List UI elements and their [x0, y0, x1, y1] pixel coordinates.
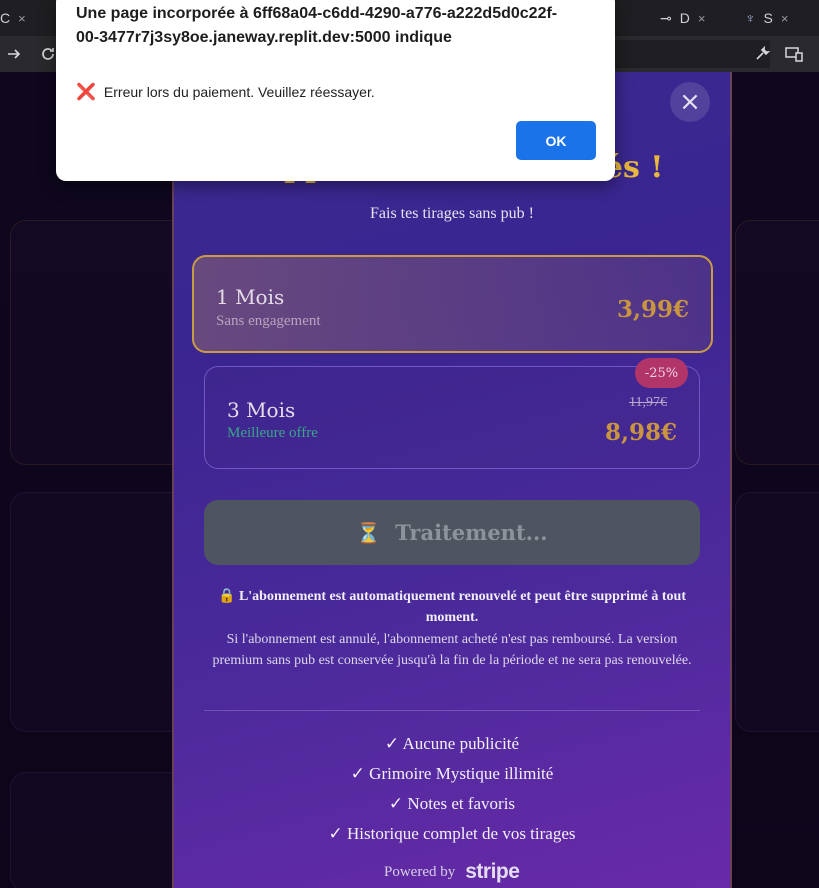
- tab-label: S: [763, 10, 773, 26]
- feature-item: ✓ Grimoire Mystique illimité: [350, 764, 554, 783]
- plan-description: Meilleure offre: [227, 425, 318, 441]
- alert-message-text: Erreur lors du paiement. Veuillez réessa…: [103, 84, 375, 100]
- discount-badge: -25%: [635, 358, 688, 388]
- divider: [204, 710, 700, 711]
- renewal-note-text: L'abonnement est automatiquement renouve…: [238, 589, 686, 625]
- plan-name: 1 Mois: [216, 285, 285, 309]
- powered-by-stripe: Powered by stripe: [384, 860, 520, 884]
- processing-button[interactable]: ⏳ Traitement...: [204, 500, 700, 565]
- modal-subtitle: Fais tes tirages sans pub !: [370, 205, 534, 222]
- close-icon[interactable]: ×: [670, 82, 710, 122]
- feature-item: ✓ Historique complet de vos tirages: [328, 824, 576, 843]
- plan-name: 3 Mois: [227, 398, 296, 422]
- lock-icon: 🔒: [218, 589, 236, 604]
- tab-s[interactable]: ♆ S ×: [745, 0, 788, 36]
- cancel-note: Si l'abonnement est annulé, l'abonnement…: [212, 632, 692, 668]
- alert-message: ❌ Erreur lors du paiement. Veuillez rées…: [76, 82, 375, 102]
- hourglass-icon: ⏳: [356, 520, 382, 545]
- devices-icon[interactable]: [782, 42, 806, 66]
- plan-1-month[interactable]: 1 Mois Sans engagement 3,99€: [192, 255, 713, 353]
- tab-c[interactable]: C ×: [0, 0, 26, 36]
- tab-close-icon[interactable]: ×: [698, 11, 706, 26]
- link-icon: ⊸: [660, 9, 672, 26]
- plan-old-price: 11,97€: [629, 395, 667, 410]
- tab-close-icon[interactable]: ×: [18, 11, 26, 26]
- ok-button[interactable]: OK: [516, 121, 596, 160]
- wrench-icon[interactable]: [750, 42, 774, 66]
- feature-item: ✓ Aucune publicité: [384, 734, 520, 753]
- tab-label: D: [679, 10, 690, 26]
- powered-by-label: Powered by: [384, 863, 456, 880]
- tab-d[interactable]: ⊸ D ×: [660, 0, 705, 36]
- plan-price: 8,98€: [604, 419, 677, 446]
- stripe-logo: stripe: [465, 860, 520, 883]
- cross-mark-icon: ❌: [76, 84, 96, 101]
- tab-label: C: [0, 10, 11, 26]
- arrow-right-icon[interactable]: [2, 42, 26, 66]
- address-bar[interactable]: [610, 40, 770, 68]
- plan-3-months[interactable]: 3 Mois Meilleure offre 11,97€ 8,98€: [204, 366, 700, 469]
- plan-price: 3,99€: [616, 296, 689, 323]
- alert-title: Une page incorporée à 6ff68a04-c6dd-4290…: [76, 5, 558, 46]
- tab-close-icon[interactable]: ×: [781, 11, 789, 26]
- plan-description: Sans engagement: [216, 313, 321, 329]
- shell-icon: ♆: [745, 10, 756, 26]
- renewal-note: 🔒 L'abonnement est automatiquement renou…: [200, 586, 704, 628]
- feature-item: ✓ Notes et favoris: [388, 794, 516, 813]
- processing-label: Traitement...: [395, 520, 548, 545]
